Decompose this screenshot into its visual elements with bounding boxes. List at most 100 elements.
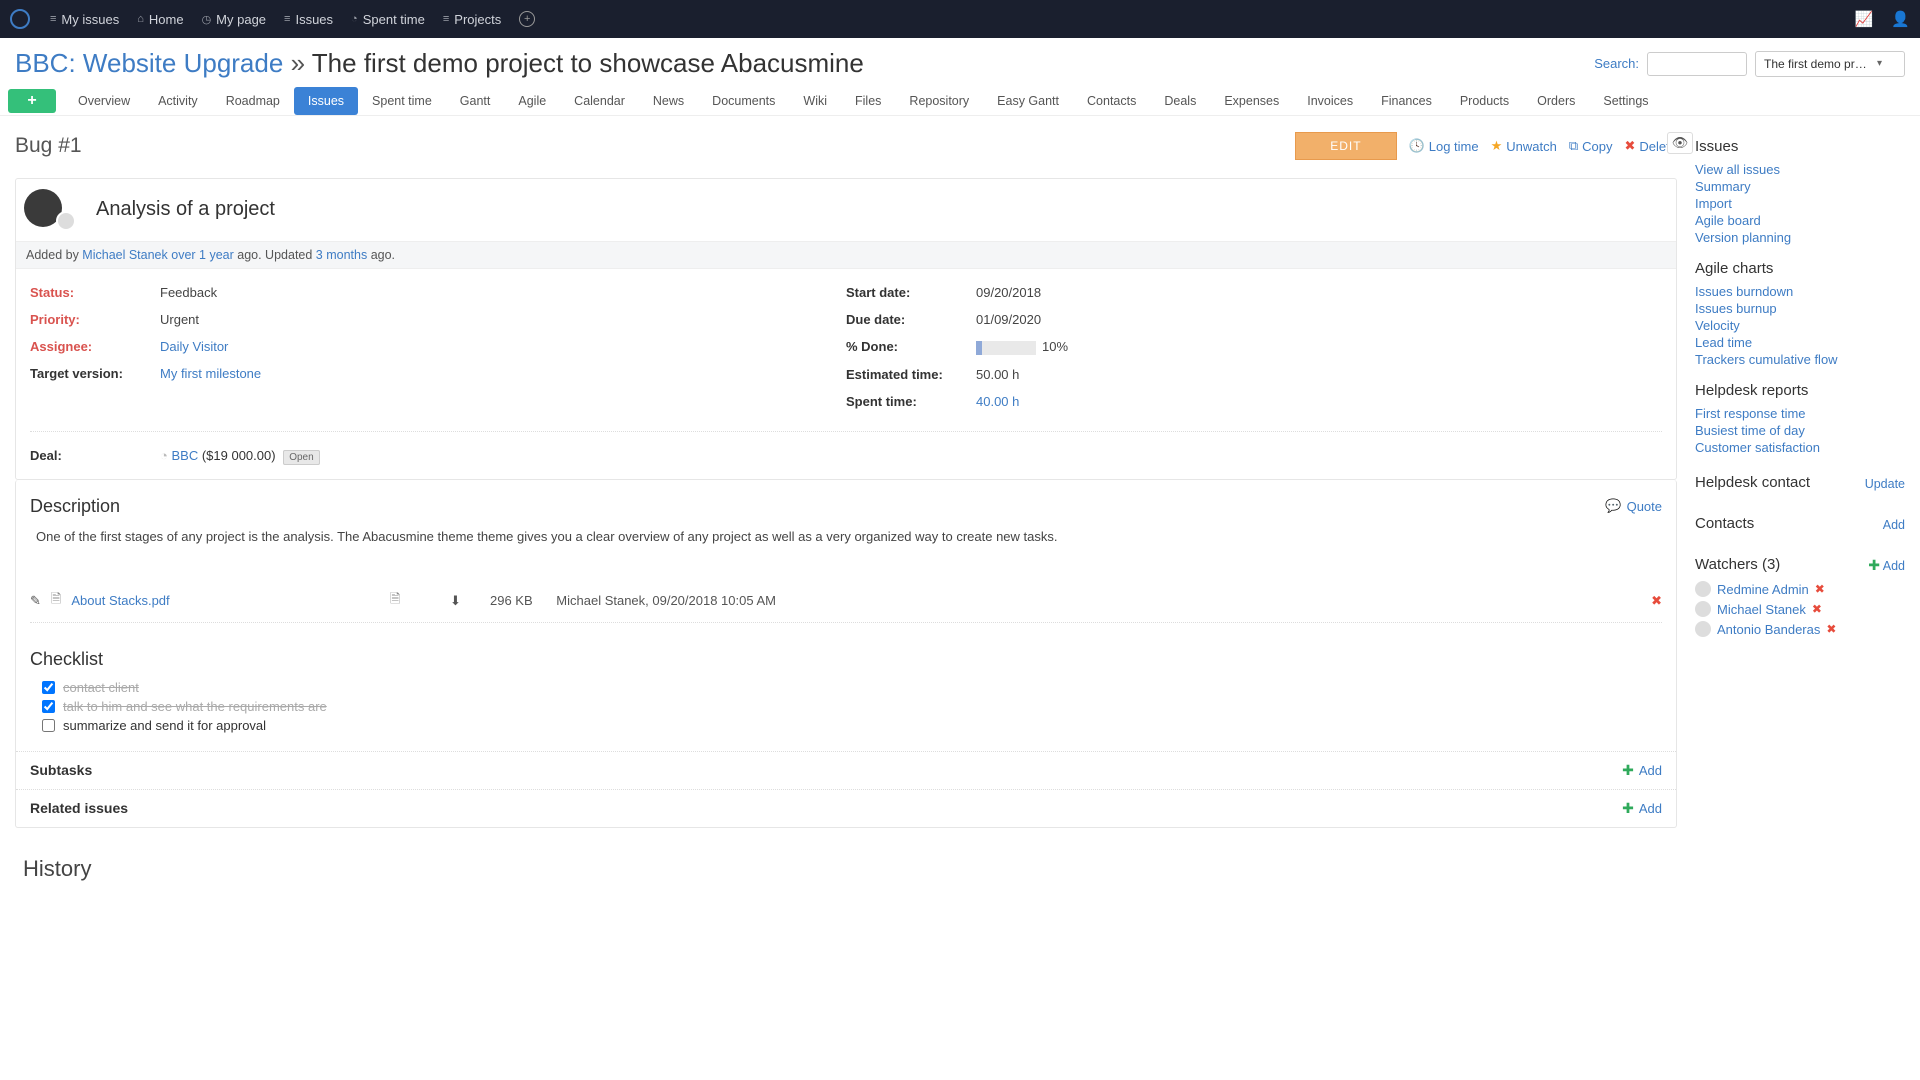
chart-icon[interactable]: 📈 [1855,10,1874,28]
tab-roadmap[interactable]: Roadmap [212,87,294,115]
tab-agile[interactable]: Agile [504,87,560,115]
sb-link-agile-board[interactable]: Agile board [1695,212,1905,229]
issue-content: 👁 Bug #1 EDIT 🕓Log time ★Unwatch ⧉Copy ✖… [15,132,1677,882]
tab-deals[interactable]: Deals [1150,87,1210,115]
watcher-link[interactable]: Antonio Banderas [1717,622,1820,637]
tab-contacts[interactable]: Contacts [1073,87,1150,115]
remove-watcher[interactable]: ✖ [1826,622,1836,636]
project-link[interactable]: BBC: Website Upgrade [15,48,283,78]
remove-watcher[interactable]: ✖ [1815,582,1825,596]
checklist-item: talk to him and see what the requirement… [30,697,1662,716]
sb-link-first-response-time[interactable]: First response time [1695,405,1905,422]
nav-spent-time[interactable]: ◔Spent time [343,7,433,31]
tab-activity[interactable]: Activity [144,87,212,115]
list-icon: ≡ [50,13,56,25]
tab-overview[interactable]: Overview [64,87,144,115]
tab-documents[interactable]: Documents [698,87,789,115]
tab-wiki[interactable]: Wiki [789,87,841,115]
nav-my-page[interactable]: ◷My page [194,7,274,31]
deal-link[interactable]: BBC [171,448,198,463]
avatar [1695,581,1711,597]
user-icon[interactable]: 👤 [1891,10,1910,28]
sb-link-lead-time[interactable]: Lead time [1695,334,1905,351]
tab-issues[interactable]: Issues [294,87,358,115]
logo-icon[interactable] [10,9,30,29]
copy-link[interactable]: ⧉Copy [1569,138,1613,154]
issue-id: Bug #1 [15,134,82,158]
add-related-link[interactable]: ✚Add [1622,800,1662,817]
tab-expenses[interactable]: Expenses [1210,87,1293,115]
edit-button[interactable]: EDIT [1295,132,1396,160]
watch-toggle[interactable]: 👁 [1667,132,1693,154]
sb-link-summary[interactable]: Summary [1695,178,1905,195]
sb-link-version-planning[interactable]: Version planning [1695,229,1905,246]
tab-spent-time[interactable]: Spent time [358,87,446,115]
project-select[interactable]: The first demo project to ... ▾ [1755,51,1905,77]
checklist-text: contact client [63,680,139,695]
related-heading: Related issues [30,800,128,816]
tab-calendar[interactable]: Calendar [560,87,639,115]
nav-home[interactable]: ⌂Home [129,7,191,31]
sidebar: Issues View all issuesSummaryImportAgile… [1695,132,1905,882]
detail-label: % Done: [846,339,976,355]
tab-products[interactable]: Products [1446,87,1523,115]
star-icon: ★ [1491,138,1503,154]
comment-icon: 💬 [1605,498,1621,514]
search-input[interactable] [1647,52,1747,76]
sb-link-import[interactable]: Import [1695,195,1905,212]
watcher-link[interactable]: Redmine Admin [1717,582,1809,597]
sb-link-issues-burndown[interactable]: Issues burndown [1695,283,1905,300]
checklist-checkbox[interactable] [42,700,55,713]
nav-my-issues[interactable]: ≡My issues [42,7,127,31]
detail-label: Target version: [30,366,160,381]
nav-issues[interactable]: ≡Issues [276,7,341,31]
tab-finances[interactable]: Finances [1367,87,1446,115]
tab-gantt[interactable]: Gantt [446,87,505,115]
created-ago[interactable]: over 1 year [168,248,234,262]
tab-news[interactable]: News [639,87,698,115]
history-heading: History [15,828,1677,882]
issue-actions: EDIT 🕓Log time ★Unwatch ⧉Copy ✖Delete [1295,132,1677,160]
add-subtask-link[interactable]: ✚Add [1622,762,1662,779]
tab-add-button[interactable]: + [8,89,56,113]
detail-label: Priority: [30,312,160,327]
remove-watcher[interactable]: ✖ [1812,602,1822,616]
updated-ago[interactable]: 3 months [316,248,367,262]
preview-icon[interactable]: 🗎 [390,591,400,606]
attachment-delete[interactable]: ✖ [1651,593,1662,608]
tab-settings[interactable]: Settings [1589,87,1662,115]
checklist-checkbox[interactable] [42,681,55,694]
detail-value: 01/09/2020 [976,312,1041,327]
nav-add[interactable]: + [511,7,543,31]
header-row: BBC: Website Upgrade » The first demo pr… [0,38,1920,83]
tab-orders[interactable]: Orders [1523,87,1589,115]
checklist-checkbox[interactable] [42,719,55,732]
quote-link[interactable]: 💬Quote [1605,498,1662,514]
sb-link-velocity[interactable]: Velocity [1695,317,1905,334]
tab-easy-gantt[interactable]: Easy Gantt [983,87,1073,115]
deal-row: Deal: ◔ BBC ($19 000.00) Open [16,438,1676,479]
edit-icon[interactable]: ✎ [30,593,41,609]
sb-link-view-all-issues[interactable]: View all issues [1695,161,1905,178]
attachment-link[interactable]: About Stacks.pdf [71,593,169,608]
tab-files[interactable]: Files [841,87,895,115]
sb-helpdesk-heading: Helpdesk reports [1695,382,1905,399]
unwatch-link[interactable]: ★Unwatch [1491,138,1557,154]
detail-value: My first milestone [160,366,261,381]
author-link[interactable]: Michael Stanek [82,248,167,262]
tab-repository[interactable]: Repository [895,87,983,115]
watchers-add-link[interactable]: ✚ Add [1868,557,1905,574]
sb-link-trackers-cumulative-flow[interactable]: Trackers cumulative flow [1695,351,1905,368]
tab-invoices[interactable]: Invoices [1293,87,1367,115]
nav-projects[interactable]: ≡Projects [435,7,509,31]
helpdesk-update-link[interactable]: Update [1865,477,1905,491]
plus-icon: ✚ [1622,800,1634,817]
watcher-link[interactable]: Michael Stanek [1717,602,1806,617]
sb-contacts-heading: Contacts [1695,515,1754,532]
log-time-link[interactable]: 🕓Log time [1409,138,1479,154]
sb-link-busiest-time-of-day[interactable]: Busiest time of day [1695,422,1905,439]
sb-link-customer-satisfaction[interactable]: Customer satisfaction [1695,439,1905,456]
contacts-add-link[interactable]: Add [1883,518,1905,532]
sb-link-issues-burnup[interactable]: Issues burnup [1695,300,1905,317]
download-icon[interactable]: ⬇ [450,593,461,608]
